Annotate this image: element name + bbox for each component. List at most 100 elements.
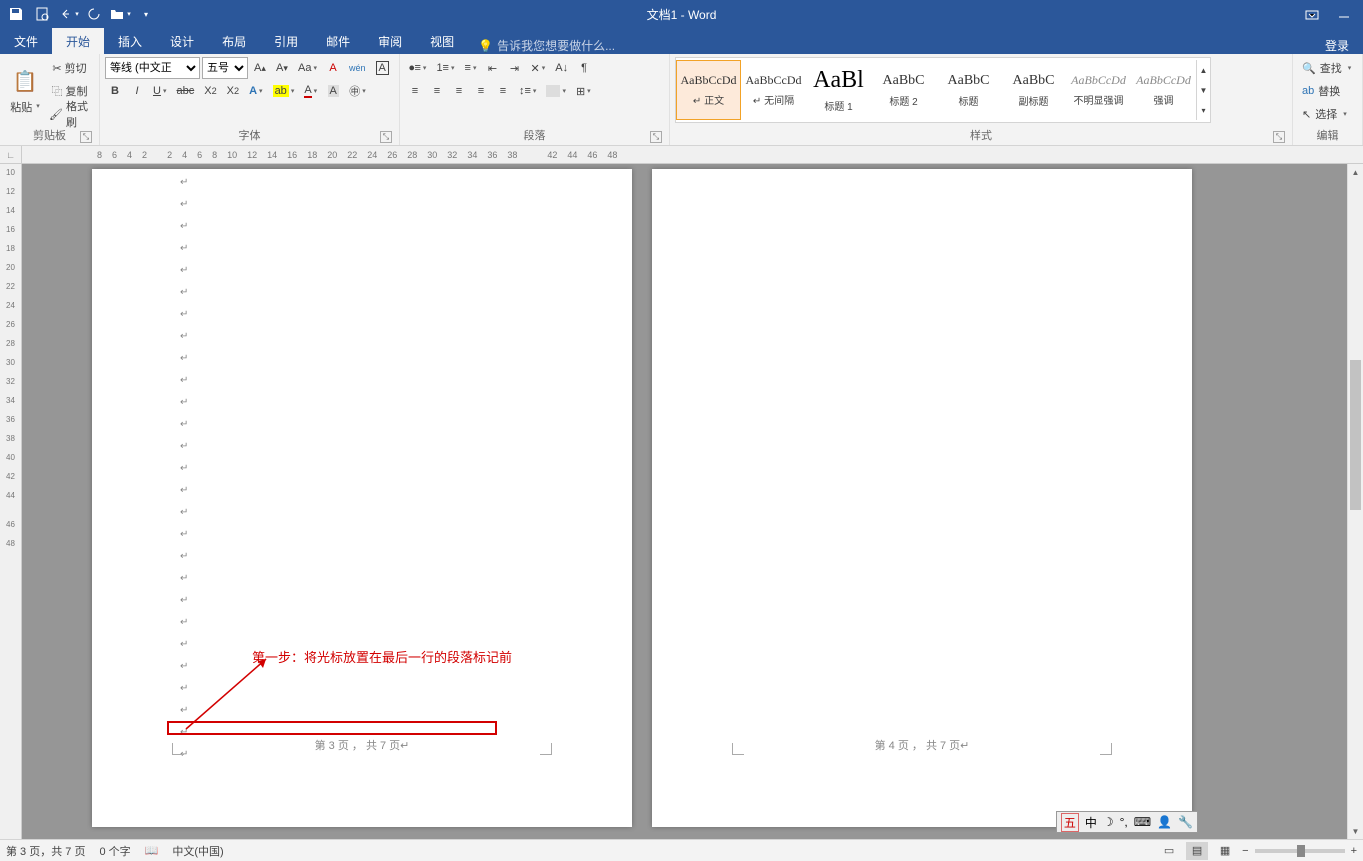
clipboard-launcher[interactable]: ⤡ [80,131,92,143]
style-item-5[interactable]: AaBbC副标题 [1001,60,1066,120]
scroll-down-button[interactable]: ▼ [1348,823,1363,839]
view-read-mode[interactable]: ▭ [1158,842,1180,860]
view-print-layout[interactable]: ▤ [1186,842,1208,860]
underline-button[interactable]: U▾ [149,80,170,102]
style-item-3[interactable]: AaBbC标题 2 [871,60,936,120]
vertical-ruler[interactable]: 1012141618202224262830323436384042444648 [0,164,22,839]
bold-button[interactable]: B [105,80,125,102]
tab-file[interactable]: 文件 [0,28,52,54]
horizontal-ruler[interactable]: ∟ 86422468101214161820222426283032343638… [0,146,1363,164]
align-right-button[interactable]: ≡ [449,80,469,102]
char-border-button[interactable]: A [372,57,393,79]
text-effects-button[interactable]: A▾ [245,80,266,102]
cut-button[interactable]: ✂ 剪切 [45,57,94,79]
status-word-count[interactable]: 0 个字 [99,843,130,859]
align-center-button[interactable]: ≡ [427,80,447,102]
vertical-scrollbar[interactable]: ▲ ▼ [1347,164,1363,839]
tab-layout[interactable]: 布局 [208,28,260,54]
style-item-1[interactable]: AaBbCcDd↵ 无间隔 [741,60,806,120]
document-area[interactable]: ↵↵↵↵↵↵↵↵↵↵↵↵↵↵↵↵↵↵↵↵↵↵↵↵↵↵↵ 第一步：将光标放置在最后… [22,164,1363,839]
zoom-slider[interactable] [1255,849,1345,853]
char-shading-button[interactable]: A [323,80,343,102]
tab-references[interactable]: 引用 [260,28,312,54]
minimize-button[interactable] [1329,2,1359,26]
increase-indent-button[interactable]: ⇥ [505,57,525,79]
shading-button[interactable]: ▾ [542,80,570,102]
tab-design[interactable]: 设计 [156,28,208,54]
decrease-indent-button[interactable]: ⇤ [483,57,503,79]
highlight-button[interactable]: ab▾ [269,80,299,102]
sort-button[interactable]: A↓ [551,57,572,79]
distribute-button[interactable]: ≡ [493,80,513,102]
redo-button[interactable] [82,2,106,26]
tab-view[interactable]: 视图 [416,28,468,54]
font-name-select[interactable]: 等线 (中文正 [105,57,200,79]
save-button[interactable] [4,2,28,26]
status-spell-icon[interactable]: 📖 [145,844,159,857]
font-color-button[interactable]: A▾ [300,80,321,102]
enclose-button[interactable]: ㊥▾ [345,80,370,102]
numbering-button[interactable]: 1≡▾ [432,57,458,79]
styles-launcher[interactable]: ⤡ [1273,131,1285,143]
tab-mailings[interactable]: 邮件 [312,28,364,54]
format-painter-button[interactable]: 🖌 格式刷 [45,103,94,125]
ime-punct[interactable]: °, [1120,815,1128,829]
gallery-more[interactable]: ▾ [1197,100,1210,120]
scroll-thumb[interactable] [1350,360,1361,510]
tab-selector[interactable]: ∟ [0,146,22,163]
signin-button[interactable]: 登录 [1325,37,1363,54]
superscript-button[interactable]: X2 [223,80,243,102]
font-size-select[interactable]: 五号 [202,57,248,79]
scroll-up-button[interactable]: ▲ [1348,164,1363,180]
ime-moon-icon[interactable]: ☽ [1103,815,1114,829]
tell-me-box[interactable]: 💡告诉我您想要做什么... [468,37,615,54]
ime-lang[interactable]: 中 [1085,814,1097,831]
status-page[interactable]: 第 3 页，共 7 页 [6,843,85,859]
ime-wrench-icon[interactable]: 🔧 [1178,815,1193,829]
paragraph-launcher[interactable]: ⤡ [650,131,662,143]
tab-home[interactable]: 开始 [52,28,104,54]
replace-button[interactable]: ab替换 [1298,80,1344,102]
asian-layout-button[interactable]: ✕▾ [527,57,550,79]
page-3[interactable]: ↵↵↵↵↵↵↵↵↵↵↵↵↵↵↵↵↵↵↵↵↵↵↵↵↵↵↵ 第一步：将光标放置在最后… [92,169,632,827]
italic-button[interactable]: I [127,80,147,102]
status-language[interactable]: 中文(中国) [172,843,223,859]
select-button[interactable]: ↖选择▾ [1298,103,1351,125]
style-item-0[interactable]: AaBbCcDd↵ 正文 [676,60,741,120]
view-web-layout[interactable]: ▦ [1214,842,1236,860]
style-item-4[interactable]: AaBbC标题 [936,60,1001,120]
style-item-6[interactable]: AaBbCcDd不明显强调 [1066,60,1131,120]
font-launcher[interactable]: ⤡ [380,131,392,143]
multilevel-button[interactable]: ≡▾ [461,57,481,79]
grow-font-button[interactable]: A▴ [250,57,270,79]
gallery-down[interactable]: ▼ [1197,80,1210,100]
strike-button[interactable]: abc [172,80,198,102]
style-item-7[interactable]: AaBbCcDd强调 [1131,60,1196,120]
justify-button[interactable]: ≡ [471,80,491,102]
borders-button[interactable]: ⊞▾ [572,80,595,102]
line-spacing-button[interactable]: ↕≡▾ [515,80,540,102]
bullets-button[interactable]: ⦁≡▾ [405,57,430,79]
phonetic-button[interactable]: A [323,57,343,79]
ime-mode[interactable]: 五 [1061,813,1079,832]
ime-toolbar[interactable]: 五 中 ☽ °, ⌨ 👤 🔧 [1056,811,1198,833]
ime-keyboard-icon[interactable]: ⌨ [1134,815,1151,829]
open-button[interactable]: ▾ [108,2,132,26]
gallery-up[interactable]: ▲ [1197,60,1210,80]
zoom-in-button[interactable]: + [1351,845,1357,857]
clear-format-button[interactable]: wén [345,57,370,79]
page-4[interactable]: 第 4 页 ， 共 7 页↵ [652,169,1192,827]
ribbon-options-button[interactable] [1297,2,1327,26]
tab-review[interactable]: 审阅 [364,28,416,54]
ime-user-icon[interactable]: 👤 [1157,815,1172,829]
tab-insert[interactable]: 插入 [104,28,156,54]
show-marks-button[interactable]: ¶ [574,57,594,79]
undo-button[interactable]: ▾ [56,2,80,26]
find-button[interactable]: 🔍查找▾ [1298,57,1355,79]
style-item-2[interactable]: AaBl标题 1 [806,60,871,120]
zoom-out-button[interactable]: − [1242,845,1248,857]
change-case-button[interactable]: Aa▾ [294,57,321,79]
print-preview-button[interactable] [30,2,54,26]
shrink-font-button[interactable]: A▾ [272,57,292,79]
qat-dropdown[interactable]: ▾ [134,2,158,26]
